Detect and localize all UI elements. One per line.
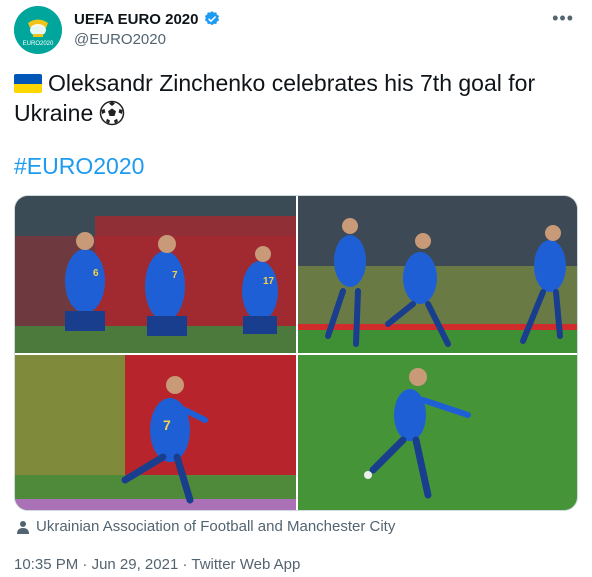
photo-credit-text: Ukrainian Association of Football and Ma…	[36, 518, 396, 535]
avatar-label: EURO2020	[23, 41, 54, 47]
avatar[interactable]: EURO2020	[14, 6, 62, 54]
tweet-text: Oleksandr Zinchenko celebrates his 7th g…	[14, 68, 574, 128]
person-icon	[17, 520, 29, 534]
photo-4-image	[298, 355, 577, 510]
tweet-card: EURO2020 UEFA EURO 2020 @EURO2020 ••• Ol…	[0, 0, 592, 577]
tweet-time[interactable]: 10:35 PM	[14, 556, 78, 573]
euro2020-logo-icon: EURO2020	[14, 6, 62, 54]
photo-3[interactable]: 7	[15, 355, 296, 510]
verified-badge-icon	[204, 11, 219, 26]
media-grid: 6 7 17 7	[14, 195, 578, 511]
account-name-row: UEFA EURO 2020	[74, 10, 221, 28]
photo-credit[interactable]: Ukrainian Association of Football and Ma…	[16, 518, 395, 535]
svg-text:6: 6	[93, 268, 99, 279]
photo-2[interactable]	[298, 196, 577, 353]
display-name[interactable]: UEFA EURO 2020	[74, 11, 199, 28]
meta-separator: ·	[178, 556, 192, 573]
svg-text:17: 17	[263, 276, 275, 287]
photo-1[interactable]: 6 7 17	[15, 196, 296, 353]
account-handle[interactable]: @EURO2020	[74, 31, 166, 48]
tweet-text-body: Oleksandr Zinchenko celebrates his 7th g…	[14, 70, 536, 126]
photo-3-image: 7	[15, 355, 296, 510]
tweet-source[interactable]: Twitter Web App	[191, 556, 300, 573]
ukraine-flag-icon	[14, 74, 42, 93]
photo-1-image: 6 7 17	[15, 196, 296, 353]
svg-text:7: 7	[163, 417, 171, 433]
more-icon[interactable]: •••	[552, 8, 574, 29]
tweet-date[interactable]: Jun 29, 2021	[92, 556, 179, 573]
meta-separator: ·	[78, 556, 92, 573]
svg-text:7: 7	[172, 270, 178, 281]
hashtag-link[interactable]: #EURO2020	[14, 153, 144, 180]
soccer-ball-icon	[100, 100, 125, 126]
photo-4[interactable]	[298, 355, 577, 510]
photo-2-image	[298, 196, 577, 353]
tweet-meta: 10:35 PM · Jun 29, 2021 · Twitter Web Ap…	[14, 556, 300, 573]
